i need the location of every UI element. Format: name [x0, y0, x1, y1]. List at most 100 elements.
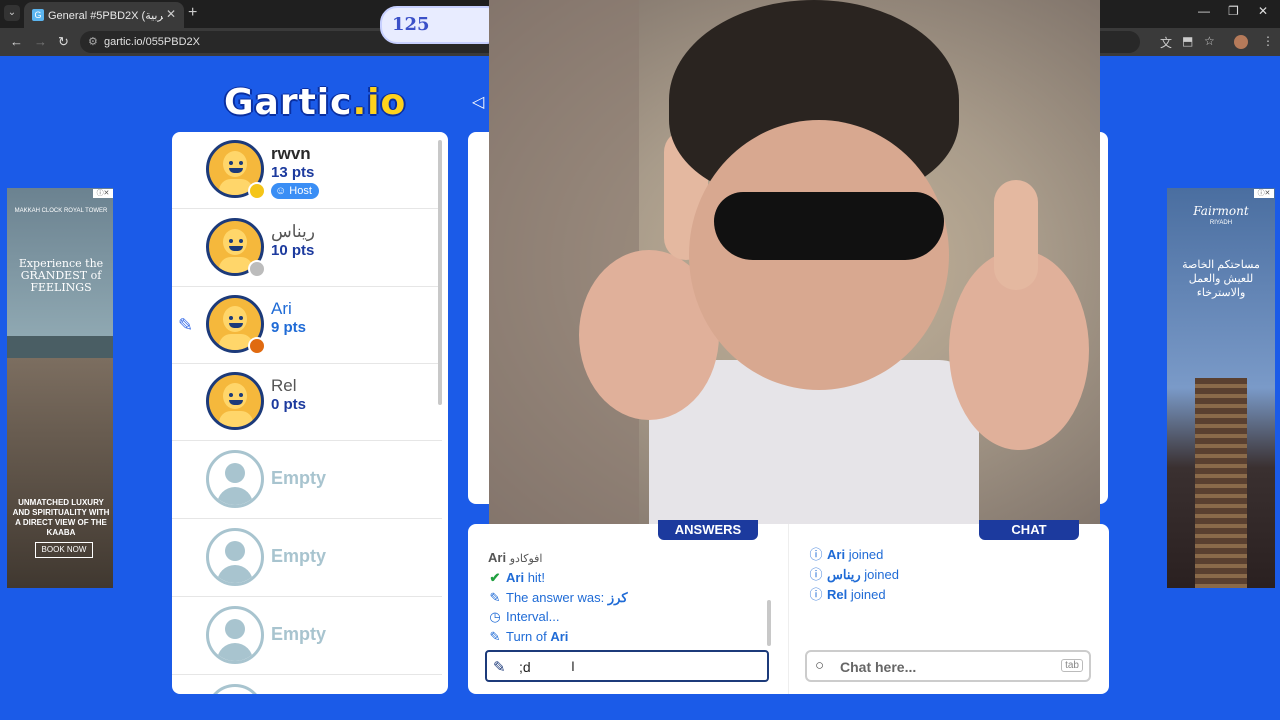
- answer-input[interactable]: ✎ ;d: [485, 650, 769, 682]
- logo-main: Gartic: [224, 82, 353, 123]
- host-icon: ☺: [275, 185, 290, 197]
- message-text: افوكادو: [509, 553, 543, 565]
- empty-label: Empty: [271, 546, 327, 566]
- browser-tab[interactable]: G General #5PBD2X (العربية) - Ga ✕: [24, 2, 184, 28]
- pencil-icon: ✎: [489, 629, 501, 644]
- message-user: Rel: [827, 587, 848, 602]
- empty-avatar-icon: [206, 684, 264, 694]
- answer-message: ✎ Turn of Ari: [488, 629, 569, 645]
- tab-chat[interactable]: CHAT: [979, 520, 1079, 540]
- install-app-icon[interactable]: ⬒: [1182, 34, 1193, 48]
- site-info-icon[interactable]: ⚙: [88, 35, 98, 48]
- new-tab-button[interactable]: +: [188, 4, 197, 22]
- empty-slot: Empty: [172, 598, 442, 675]
- player-points: 9 pts: [271, 319, 307, 336]
- ad-right-sub: RIYADH: [1209, 220, 1233, 226]
- profile-avatar-icon[interactable]: [1234, 35, 1248, 49]
- message-text: The answer was:: [506, 590, 608, 605]
- status-dot-icon: [248, 182, 266, 200]
- message-text: joined: [848, 547, 884, 562]
- checkmark-icon: ✔: [489, 570, 501, 585]
- gartic-logo: Gartic.io: [224, 82, 406, 123]
- menu-kebab-icon[interactable]: ⋮: [1262, 34, 1274, 48]
- player-row: Rel 0 pts: [172, 364, 442, 441]
- ad-choices-icon[interactable]: ⓘ✕: [1254, 189, 1274, 198]
- player-avatar: [206, 372, 264, 430]
- pencil-icon: ✎: [489, 590, 501, 605]
- player-row: ريناس 10 pts: [172, 210, 442, 287]
- player-row: ✎ Ari 9 pts: [172, 287, 442, 364]
- answer-message: ✔ Ari hit!: [488, 570, 545, 586]
- message-user: Ari: [550, 629, 569, 644]
- ad-right-brand: Fairmont: [1193, 204, 1249, 218]
- host-badge: ☺ Host: [271, 183, 319, 199]
- answer-message: ✎ The answer was: كرز: [488, 590, 628, 606]
- message-user: Ari: [827, 547, 846, 562]
- info-icon: ⓘ: [809, 567, 823, 582]
- url-text: gartic.io/055PBD2X: [104, 36, 200, 48]
- player-points: 0 pts: [271, 396, 307, 413]
- answer-word: كرز: [607, 590, 628, 605]
- host-label: Host: [289, 185, 312, 197]
- message-text: Interval...: [506, 609, 560, 624]
- tab-key-hint: tab: [1061, 659, 1083, 672]
- close-window-icon[interactable]: ✕: [1258, 4, 1268, 18]
- answer-message: ◷ Interval...: [488, 609, 559, 625]
- message-text: joined: [850, 587, 886, 602]
- ad-book-now-button[interactable]: BOOK NOW: [35, 542, 93, 558]
- message-user: Ari: [488, 550, 507, 565]
- minimize-icon[interactable]: —: [1198, 4, 1210, 18]
- ad-right-tower-image: [1195, 378, 1247, 588]
- empty-avatar-icon: [206, 606, 264, 664]
- chat-placeholder: Chat here...: [840, 659, 917, 675]
- translate-icon[interactable]: 文: [1160, 34, 1172, 51]
- player-points: 10 pts: [271, 242, 315, 259]
- message-text: hit!: [527, 570, 546, 585]
- text-cursor-icon: I: [571, 658, 575, 674]
- gartic-favicon-icon: G: [32, 9, 44, 21]
- back-icon[interactable]: ←: [10, 34, 23, 49]
- drawing-pencil-icon: ✎: [178, 315, 194, 335]
- chat-input[interactable]: ○ Chat here... tab: [805, 650, 1091, 682]
- forward-icon[interactable]: →: [34, 34, 47, 49]
- chat-message: ⓘ Ari joined: [809, 544, 883, 563]
- player-points: 13 pts: [271, 164, 315, 181]
- chat-message: ⓘ Rel joined: [809, 584, 886, 603]
- empty-slot: Empty: [172, 520, 442, 597]
- advertisement-right[interactable]: Fairmont RIYADH مساحتكم الخاصة للعيش وال…: [1167, 188, 1275, 588]
- bookmark-star-icon[interactable]: ☆: [1204, 34, 1215, 48]
- player-list-scrollbar[interactable]: [438, 140, 442, 405]
- reload-icon[interactable]: ↻: [58, 34, 69, 50]
- ad-left-headline: Experience the GRANDEST of FEELINGS: [18, 257, 104, 294]
- empty-avatar-icon: [206, 528, 264, 586]
- ad-choices-icon[interactable]: ⓘ✕: [93, 189, 113, 198]
- message-text: Turn of: [506, 629, 551, 644]
- message-user: Ari: [506, 570, 525, 585]
- timer-value: 125: [392, 14, 430, 35]
- tab-answers[interactable]: ANSWERS: [658, 520, 758, 540]
- restore-icon[interactable]: ❐: [1228, 4, 1239, 18]
- message-text: joined: [864, 567, 899, 582]
- player-name: rwvn: [271, 144, 311, 163]
- info-icon: ⓘ: [809, 587, 823, 602]
- player-list: rwvn 13 pts ☺ Host ريناس 10 pts ✎ Ari 9 …: [172, 132, 448, 694]
- pencil-icon: ✎: [493, 659, 506, 676]
- webcam-video-overlay: [489, 0, 1100, 528]
- answers-scrollbar[interactable]: [767, 600, 771, 646]
- player-name: Ari: [271, 299, 292, 318]
- advertisement-left[interactable]: MAKKAH CLOCK ROYAL TOWER Experience the …: [7, 188, 113, 588]
- status-dot-icon: [248, 260, 266, 278]
- tab-search-icon[interactable]: ⌄: [4, 5, 20, 21]
- ad-right-arabic: مساحتكم الخاصة للعيش والعمل والاسترخاء: [1182, 259, 1260, 299]
- play-icon[interactable]: ◁: [472, 92, 486, 111]
- tab-title: General #5PBD2X (العربية) - Ga: [48, 10, 163, 22]
- empty-slot: Empty: [172, 442, 442, 519]
- message-user: ريناس: [827, 567, 861, 582]
- info-icon: ⓘ: [809, 547, 823, 562]
- answer-message: Ari افوكادو: [488, 550, 542, 565]
- empty-slot: [172, 676, 442, 694]
- chat-bubble-icon: ○: [815, 657, 825, 674]
- close-tab-icon[interactable]: ✕: [166, 7, 176, 21]
- round-timer: 125: [380, 6, 504, 44]
- answer-input-value: ;d: [519, 659, 531, 675]
